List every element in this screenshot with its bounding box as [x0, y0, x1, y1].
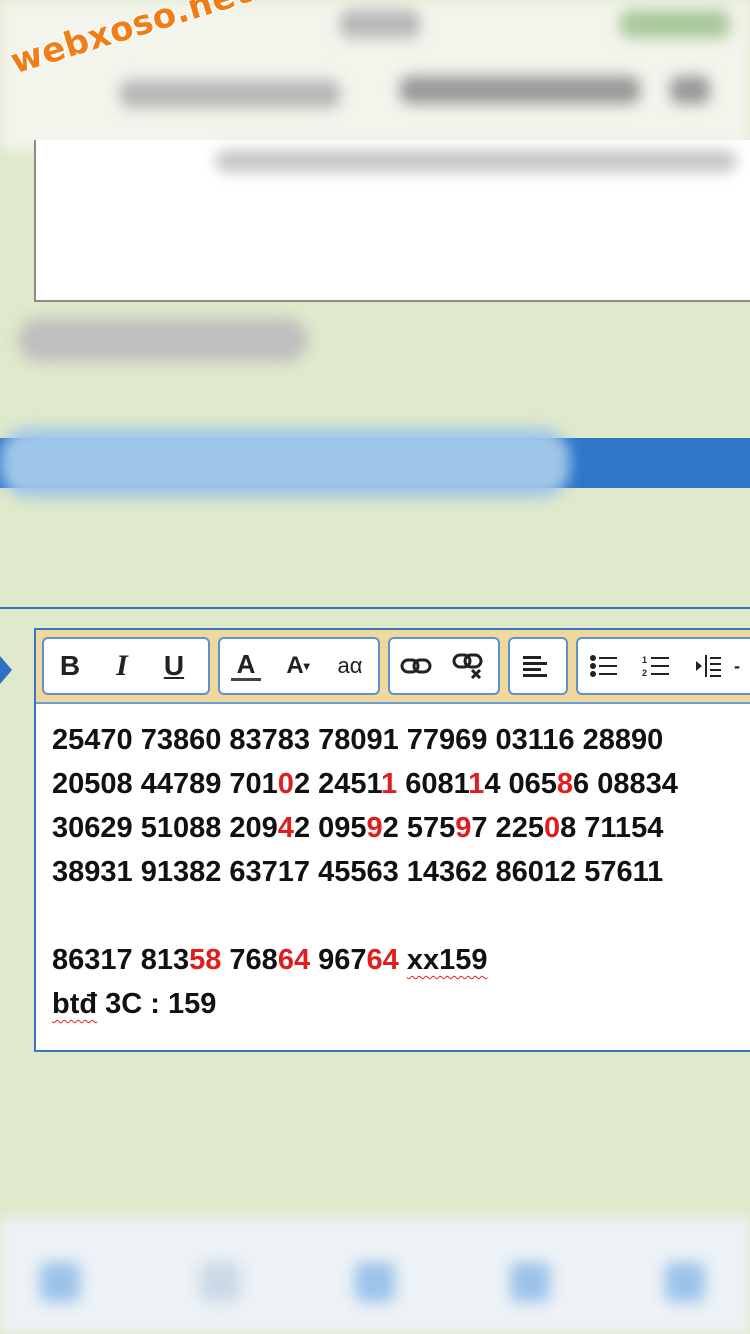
top-title-placeholder: [340, 10, 420, 38]
content-line-2: 20508 44789 70102 24511 608114 06586 088…: [52, 762, 750, 806]
segment: 6 08834: [573, 768, 678, 800]
highlight-digit: 4: [277, 812, 294, 844]
segment: 30629 51088 209: [52, 812, 278, 844]
editor-toolbar: B I U A A ▾ aα 1 2 -: [36, 630, 750, 704]
tab-icon-3[interactable]: [355, 1262, 395, 1302]
numbered-list-button[interactable]: 1 2: [630, 639, 682, 693]
quoted-text-line: [216, 150, 736, 172]
reply-editor[interactable]: B I U A A ▾ aα 1 2 - 25470 73860 83783 7…: [34, 628, 750, 1052]
section-divider: [0, 607, 750, 609]
link-icon: [400, 658, 432, 674]
reply-section-title: [0, 428, 570, 498]
toolbar-group-font: A A ▾ aα: [218, 637, 380, 695]
remove-link-button[interactable]: [442, 639, 494, 693]
tab-icon-1[interactable]: [40, 1262, 80, 1302]
tab-icon-2[interactable]: [200, 1262, 240, 1302]
align-left-button[interactable]: [510, 639, 562, 693]
tab-icon-4[interactable]: [510, 1262, 550, 1302]
text-color-icon: A: [236, 648, 256, 679]
font-size-arrow-icon: ▾: [303, 659, 310, 673]
numbered-list-icon: 1 2: [642, 655, 669, 678]
svg-text:2: 2: [642, 668, 647, 678]
segment: [399, 944, 407, 976]
segment: 2 575: [382, 812, 456, 844]
highlight-digit: 64: [277, 944, 311, 976]
expand-arrow-icon[interactable]: [0, 656, 12, 684]
font-style-icon: aα: [337, 653, 363, 678]
outdent-button[interactable]: [682, 639, 734, 693]
italic-button[interactable]: I: [96, 639, 148, 693]
segment: 2 2451: [293, 768, 382, 800]
top-subtitle-placeholder-2: [400, 76, 640, 104]
highlight-digit: 1: [381, 768, 398, 800]
underline-icon: U: [163, 650, 185, 681]
segment: 2 095: [293, 812, 367, 844]
spellcheck-word: xx159: [406, 944, 488, 976]
segment: 6081: [397, 768, 469, 800]
highlight-digit: 64: [366, 944, 399, 976]
segment: 967: [310, 944, 367, 976]
font-style-button[interactable]: aα: [324, 639, 376, 693]
highlight-digit: 9: [366, 812, 383, 844]
italic-icon: I: [116, 649, 128, 682]
content-line-1: 25470 73860 83783 78091 77969 03116 2889…: [52, 724, 664, 756]
content-line-4: 38931 91382 63717 45563 14362 86012 5761…: [52, 856, 664, 888]
toolbar-group-align: [508, 637, 568, 695]
bold-button[interactable]: B: [44, 639, 96, 693]
text-color-button[interactable]: A: [220, 639, 272, 693]
content-line-3: 30629 51088 20942 09592 57597 22508 7115…: [52, 806, 750, 850]
bold-icon: B: [59, 650, 81, 681]
underline-button[interactable]: U: [148, 639, 200, 693]
top-subtitle-placeholder: [120, 80, 340, 108]
segment: 86317 813: [52, 944, 190, 976]
content-line-5: 86317 81358 76864 96764 xx159: [52, 938, 750, 982]
unlink-icon: [452, 653, 483, 679]
top-action-placeholder: [670, 76, 710, 104]
quoted-post-box: [34, 140, 750, 302]
highlight-digit: 9: [455, 812, 472, 844]
segment: 3C : 159: [97, 988, 217, 1020]
bullet-list-button[interactable]: [578, 639, 630, 693]
text-color-swatch: [231, 677, 261, 681]
editor-content[interactable]: 25470 73860 83783 78091 77969 03116 2889…: [52, 718, 750, 1026]
highlight-digit: 58: [189, 944, 222, 976]
toolbar-group-list: 1 2 -: [576, 637, 750, 695]
spellcheck-word: btđ: [52, 988, 98, 1020]
more-options-icon[interactable]: -: [734, 639, 750, 693]
segment: 8 71154: [560, 812, 664, 844]
post-meta-pill: [18, 318, 308, 362]
insert-link-button[interactable]: [390, 639, 442, 693]
segment: 768: [221, 944, 278, 976]
align-left-icon: [523, 656, 547, 677]
segment: 4 065: [484, 768, 557, 800]
font-size-button[interactable]: A ▾: [272, 639, 324, 693]
highlight-digit: 8: [556, 768, 574, 800]
font-size-icon: A: [286, 652, 304, 679]
bullet-list-icon: [590, 655, 617, 677]
segment: 7 225: [471, 812, 544, 844]
toolbar-group-link: [388, 637, 500, 695]
outdent-icon: [696, 655, 721, 677]
segment: 20508 44789 701: [52, 768, 278, 800]
content-line-6: btđ 3C : 159: [52, 982, 750, 1026]
highlight-digit: 0: [277, 768, 294, 800]
top-status-placeholder: [620, 10, 730, 38]
highlight-digit: 0: [543, 812, 561, 844]
svg-text:1: 1: [642, 655, 647, 665]
content-blank-line: [52, 894, 750, 938]
highlight-digit: 1: [468, 768, 485, 800]
tab-icon-5[interactable]: [665, 1262, 705, 1302]
toolbar-group-format: B I U: [42, 637, 210, 695]
